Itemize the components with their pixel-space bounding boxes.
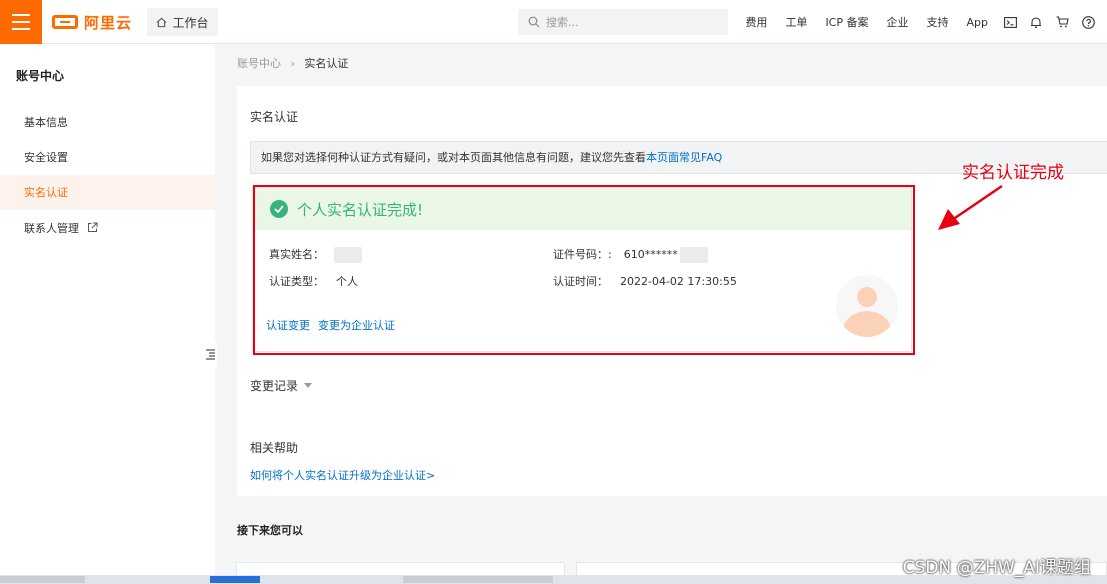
nav-support[interactable]: 支持 xyxy=(927,14,949,30)
nav-ticket[interactable]: 工单 xyxy=(785,14,807,30)
nav-fee[interactable]: 费用 xyxy=(745,14,767,30)
nav-icp[interactable]: ICP 备案 xyxy=(825,14,868,30)
notice-text: 如果您对选择何种认证方式有疑问，或对本页面其他信息有问题，建议您先查看 xyxy=(261,151,646,164)
caret-down-icon xyxy=(304,383,313,388)
workbench-button[interactable]: 工作台 xyxy=(147,8,218,36)
nav-enterprise[interactable]: 企业 xyxy=(887,14,909,30)
highlight-box xyxy=(253,185,915,355)
collapse-icon xyxy=(205,348,215,360)
breadcrumb: 账号中心 › 实名认证 xyxy=(237,55,348,71)
cart-icon[interactable] xyxy=(1049,0,1075,44)
change-log-label: 变更记录 xyxy=(250,379,299,393)
sidebar-item-verification[interactable]: 实名认证 xyxy=(0,175,215,210)
breadcrumb-current: 实名认证 xyxy=(304,57,349,70)
top-nav: 费用 工单 ICP 备案 企业 支持 App xyxy=(736,0,1101,44)
sidebar: 账号中心 基本信息 安全设置 实名认证 联系人管理 xyxy=(0,44,217,584)
terminal-icon[interactable] xyxy=(997,0,1023,44)
help-title: 相关帮助 xyxy=(250,441,299,455)
sidebar-item-basic-info[interactable]: 基本信息 xyxy=(0,105,215,140)
annotation-arrow-icon xyxy=(938,184,1003,230)
search-placeholder: 搜索... xyxy=(546,16,579,29)
sidebar-item-label: 基本信息 xyxy=(24,116,68,129)
search-icon xyxy=(528,16,540,28)
sidebar-item-label: 安全设置 xyxy=(24,151,68,164)
sidebar-item-label: 联系人管理 xyxy=(24,222,79,235)
faq-link[interactable]: 本页面常见FAQ xyxy=(646,151,722,164)
nav-app[interactable]: App xyxy=(967,16,989,29)
logo-mark-icon xyxy=(52,15,78,29)
help-link[interactable]: 如何将个人实名认证升级为企业认证> xyxy=(250,467,435,483)
sidebar-item-security[interactable]: 安全设置 xyxy=(0,140,215,175)
logo-text: 阿里云 xyxy=(84,13,133,32)
breadcrumb-separator: › xyxy=(290,57,295,70)
breadcrumb-parent[interactable]: 账号中心 xyxy=(237,57,281,70)
external-link-icon xyxy=(87,222,97,232)
menu-icon[interactable] xyxy=(0,0,42,44)
next-steps-title: 接下来您可以 xyxy=(237,524,303,537)
sidebar-title: 账号中心 xyxy=(16,69,65,83)
search-input[interactable]: 搜索... xyxy=(518,9,728,35)
aliyun-logo[interactable]: 阿里云 xyxy=(52,11,132,33)
change-log-toggle[interactable]: 变更记录 xyxy=(250,377,313,394)
page-title: 实名认证 xyxy=(250,110,299,124)
sidebar-item-label: 实名认证 xyxy=(24,186,68,199)
watermark: CSDN @ZHW_AI课题组 xyxy=(902,558,1091,578)
home-icon xyxy=(157,17,167,27)
workbench-label: 工作台 xyxy=(172,15,209,30)
help-icon[interactable] xyxy=(1075,0,1101,44)
top-bar: 阿里云 工作台 搜索... 费用 工单 ICP 备案 企业 支持 App xyxy=(0,0,1107,44)
sidebar-item-contacts[interactable]: 联系人管理 xyxy=(0,211,215,246)
bell-icon[interactable] xyxy=(1023,0,1049,44)
sidebar-collapse-handle[interactable] xyxy=(203,332,217,376)
